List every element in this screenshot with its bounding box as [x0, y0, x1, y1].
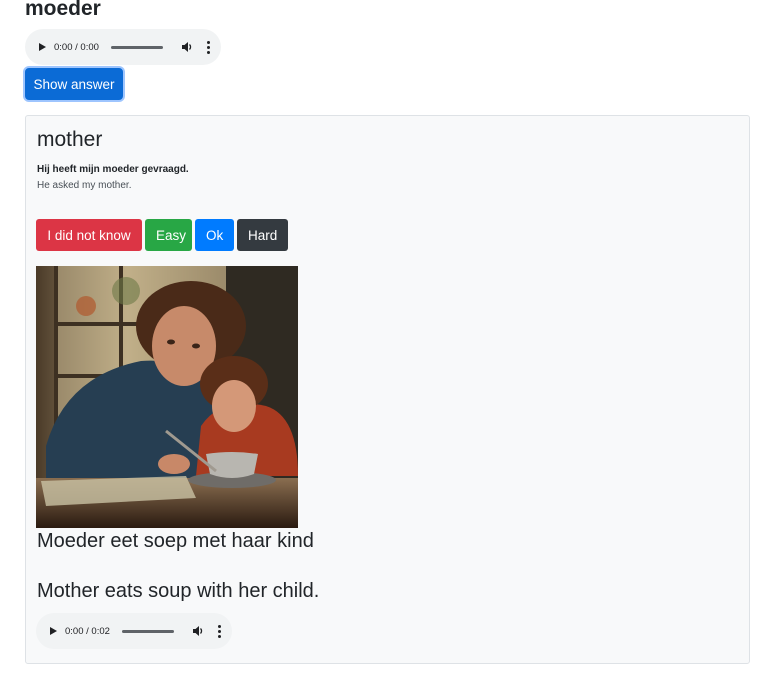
rating-buttons: I did not know Easy Ok Hard [36, 219, 288, 251]
audio-progress-slider[interactable] [110, 45, 163, 49]
more-options-icon[interactable] [206, 40, 210, 54]
more-options-icon[interactable] [217, 624, 221, 638]
volume-icon[interactable] [181, 41, 193, 53]
audio-time: 0:00 / 0:00 [54, 41, 99, 53]
audio-time: 0:00 / 0:02 [65, 625, 110, 637]
hard-button[interactable]: Hard [237, 219, 288, 251]
volume-icon[interactable] [192, 625, 204, 637]
illustration-image [36, 266, 298, 528]
example-sentence-english: He asked my mother. [37, 180, 132, 191]
easy-button[interactable]: Easy [145, 219, 192, 251]
answer-card: mother Hij heeft mijn moeder gevraagd. H… [25, 115, 750, 664]
show-answer-button[interactable]: Show answer [25, 68, 123, 100]
audio-progress-slider[interactable] [121, 629, 174, 633]
did-not-know-button[interactable]: I did not know [36, 219, 142, 251]
prompt-word: moeder [25, 0, 101, 20]
prompt-audio-player[interactable]: 0:00 / 0:00 [25, 29, 221, 65]
example-sentence-dutch: Hij heeft mijn moeder gevraagd. [37, 164, 189, 175]
mother-child-illustration [36, 266, 298, 528]
play-icon[interactable] [39, 43, 46, 51]
answer-word: mother [37, 128, 103, 151]
play-icon[interactable] [50, 627, 57, 635]
caption-english: Mother eats soup with her child. [37, 580, 320, 602]
ok-button[interactable]: Ok [195, 219, 234, 251]
caption-audio-player[interactable]: 0:00 / 0:02 [36, 613, 232, 649]
caption-dutch: Moeder eet soep met haar kind [37, 530, 314, 552]
